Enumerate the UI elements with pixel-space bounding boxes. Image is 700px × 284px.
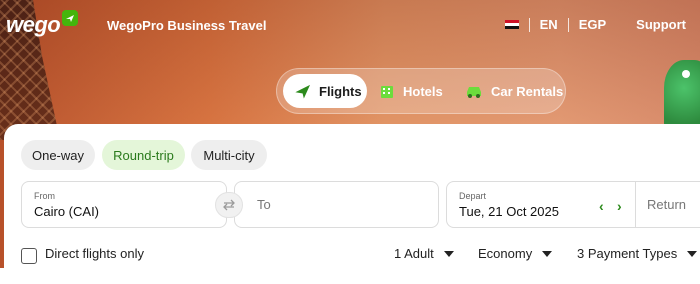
caret-down-icon	[443, 250, 454, 257]
hotel-icon	[381, 86, 393, 98]
depart-label: Depart	[459, 191, 487, 201]
chevron-right-icon[interactable]: ›	[617, 198, 622, 214]
tab-hotels[interactable]: Hotels	[379, 74, 443, 108]
trip-type-round-trip[interactable]: Round-trip	[102, 140, 185, 170]
car-icon	[467, 87, 481, 98]
language-selector[interactable]: EN	[540, 17, 558, 32]
caret-down-icon	[542, 250, 553, 257]
divider	[528, 17, 530, 32]
return-field[interactable]: Return	[635, 181, 700, 228]
depart-field[interactable]: Depart Tue, 21 Oct 2025 ‹ ›	[446, 181, 636, 228]
to-field[interactable]: To	[234, 181, 439, 228]
payment-value: 3 Payment Types	[577, 246, 678, 261]
from-value: Cairo (CAI)	[34, 204, 100, 219]
tab-car-rentals[interactable]: Car Rentals	[465, 74, 563, 108]
from-field[interactable]: From Cairo (CAI)	[21, 181, 227, 228]
swap-button[interactable]	[215, 192, 243, 218]
logo-plane-icon	[62, 10, 78, 26]
to-placeholder: To	[257, 197, 271, 212]
cabin-dropdown[interactable]: Economy	[478, 246, 553, 261]
header-right-nav: EN EGP Support	[504, 17, 686, 32]
wegopro-link[interactable]: WegoPro Business Travel	[107, 18, 266, 33]
swap-arrows-icon	[223, 199, 235, 211]
chevron-left-icon[interactable]: ‹	[599, 198, 604, 214]
tab-flights[interactable]: Flights	[283, 74, 367, 108]
tab-hotels-label: Hotels	[403, 83, 443, 99]
top-bar: wego WegoPro Business Travel EN EGP Supp…	[0, 0, 700, 52]
trip-type-multi-city[interactable]: Multi-city	[191, 140, 267, 170]
divider	[567, 17, 569, 32]
direct-flights-checkbox[interactable]	[21, 248, 37, 264]
return-placeholder: Return	[647, 197, 687, 212]
passengers-dropdown[interactable]: 1 Adult	[394, 246, 454, 261]
from-label: From	[34, 191, 55, 201]
egypt-flag-icon[interactable]	[504, 19, 519, 30]
plane-icon	[295, 84, 311, 99]
trip-type-one-way[interactable]: One-way	[21, 140, 95, 170]
mascot-eye	[682, 70, 690, 78]
tab-flights-label: Flights	[319, 83, 362, 99]
passengers-value: 1 Adult	[394, 246, 434, 261]
tab-car-rentals-label: Car Rentals	[491, 83, 564, 99]
cabin-value: Economy	[478, 246, 533, 261]
currency-selector[interactable]: EGP	[579, 17, 606, 32]
payment-dropdown[interactable]: 3 Payment Types	[577, 246, 698, 261]
product-tabs: Flights Hotels Car Rentals	[276, 68, 566, 114]
depart-value: Tue, 21 Oct 2025	[459, 204, 559, 219]
wego-logo[interactable]: wego	[6, 12, 61, 38]
caret-down-icon	[687, 250, 698, 257]
direct-flights-label: Direct flights only	[45, 246, 144, 261]
support-link[interactable]: Support	[636, 17, 686, 32]
